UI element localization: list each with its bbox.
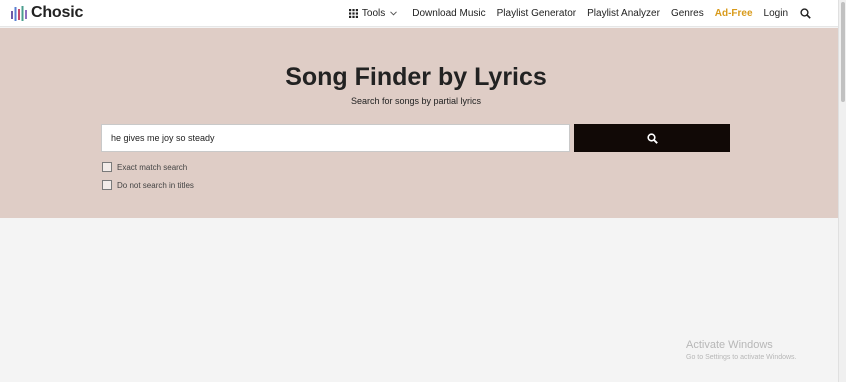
nav-tools-menu[interactable]: Tools xyxy=(348,8,401,19)
watermark-subtitle: Go to Settings to activate Windows. xyxy=(686,354,797,361)
exact-match-label: Exact match search xyxy=(117,162,188,172)
site-logo[interactable]: Chosic xyxy=(11,3,83,23)
logo-bars-icon xyxy=(11,5,27,21)
exact-match-option[interactable]: Exact match search xyxy=(102,162,187,172)
no-titles-label: Do not search in titles xyxy=(117,180,194,190)
nav-login[interactable]: Login xyxy=(764,8,788,19)
scrollbar-thumb[interactable] xyxy=(841,2,845,102)
nav-ad-free[interactable]: Ad-Free xyxy=(715,8,753,19)
search-button[interactable] xyxy=(574,124,730,152)
nav-tools-label: Tools xyxy=(361,8,386,19)
grid-icon xyxy=(348,9,358,18)
lyrics-search-input[interactable] xyxy=(101,124,570,152)
search-icon xyxy=(646,132,658,144)
watermark-title: Activate Windows xyxy=(686,339,773,351)
no-titles-checkbox[interactable] xyxy=(102,180,112,190)
hero-section: Song Finder by Lyrics Search for songs b… xyxy=(0,28,838,218)
no-titles-option[interactable]: Do not search in titles xyxy=(102,180,194,190)
windows-activation-watermark: Activate Windows Go to Settings to activ… xyxy=(686,339,797,361)
page-scrollbar[interactable] xyxy=(838,0,846,382)
top-navigation-bar: Chosic Tools Download Music Playlist Gen… xyxy=(0,0,838,27)
nav-download-music[interactable]: Download Music xyxy=(412,8,485,19)
nav-genres[interactable]: Genres xyxy=(671,8,704,19)
chevron-down-icon xyxy=(390,11,398,16)
search-icon[interactable] xyxy=(800,8,811,19)
nav-playlist-generator[interactable]: Playlist Generator xyxy=(497,8,576,19)
logo-text: Chosic xyxy=(31,4,84,21)
nav-playlist-analyzer[interactable]: Playlist Analyzer xyxy=(587,8,660,19)
page-subtitle: Search for songs by partial lyrics xyxy=(350,96,482,106)
page-title: Song Finder by Lyrics xyxy=(285,63,547,91)
main-nav: Tools Download Music Playlist Generator … xyxy=(348,0,811,27)
exact-match-checkbox[interactable] xyxy=(102,162,112,172)
